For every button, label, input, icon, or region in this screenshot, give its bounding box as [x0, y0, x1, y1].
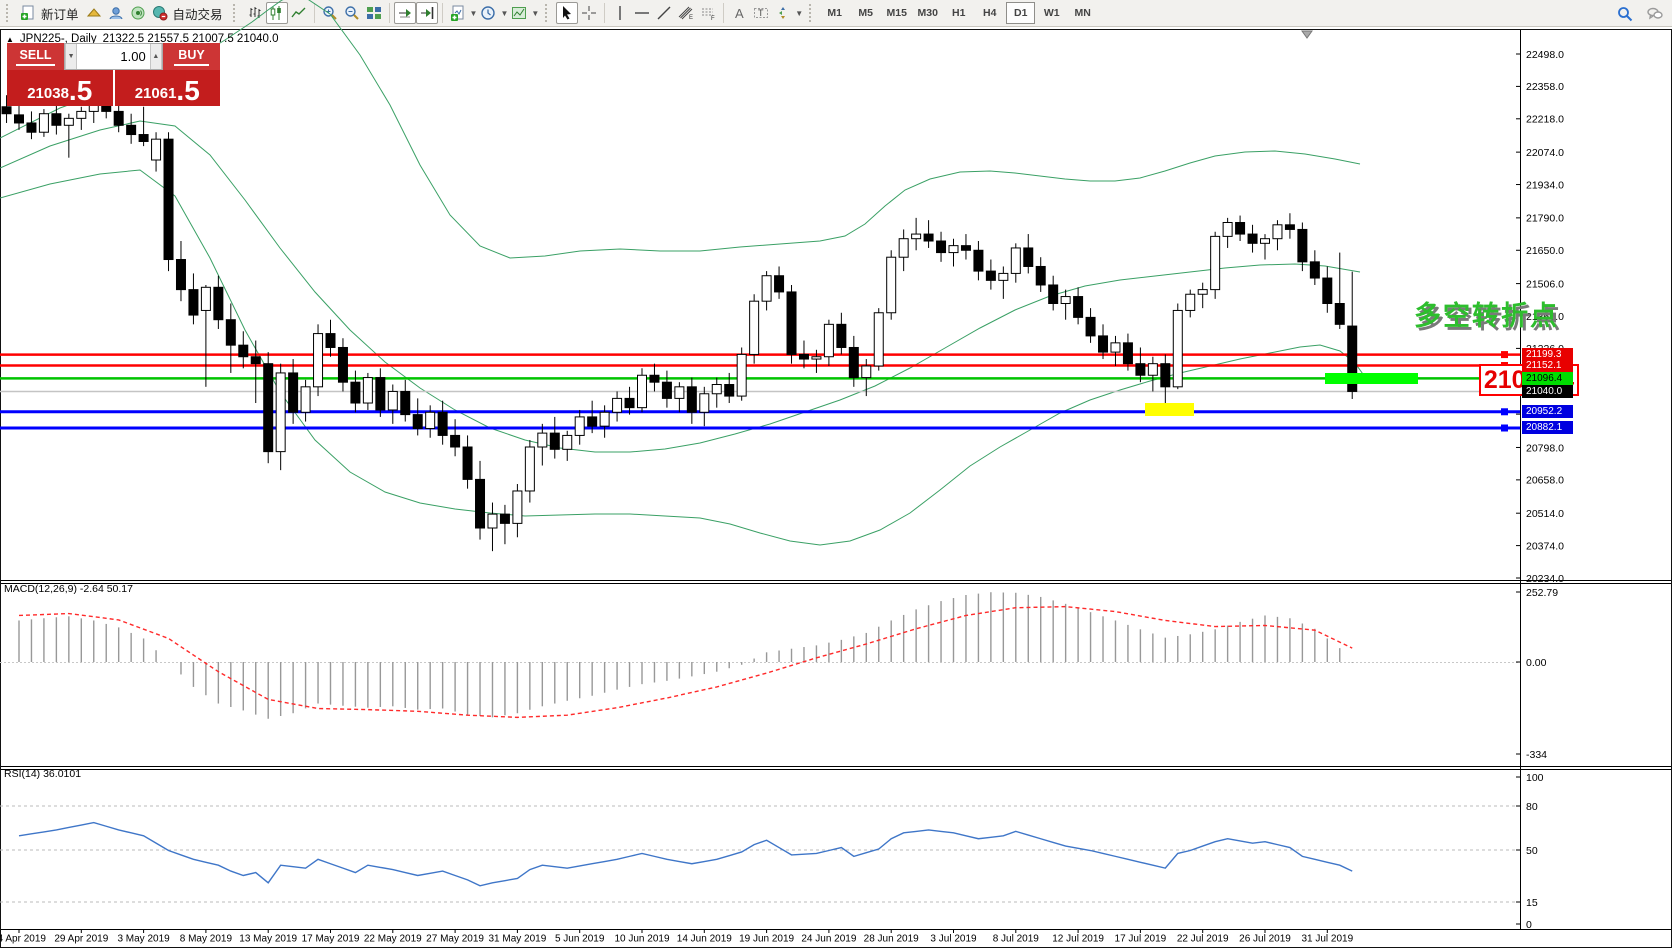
autotrade-button[interactable] — [149, 2, 171, 24]
timeframe-MN[interactable]: MN — [1068, 2, 1097, 24]
horizontal-line-button[interactable] — [631, 2, 653, 24]
indicators-button[interactable] — [447, 2, 469, 24]
price-line-badge: 20882.1 — [1522, 421, 1573, 434]
autoscroll-icon — [397, 5, 413, 21]
buy-price[interactable]: 21061.5 — [115, 70, 221, 106]
tile-windows-button[interactable] — [363, 2, 385, 24]
svg-text:F: F — [711, 16, 715, 21]
timeframe-M1[interactable]: M1 — [820, 2, 849, 24]
timeframe-group: M1M5M15M30H1H4D1W1MN — [820, 2, 1097, 24]
bar-chart-icon — [247, 5, 263, 21]
chart-shift-icon — [419, 5, 435, 21]
sell-price[interactable]: 21038.5 — [7, 70, 115, 106]
templates-dropdown[interactable]: ▼ — [531, 9, 539, 18]
timeframe-H1[interactable]: H1 — [944, 2, 973, 24]
timeframe-M5[interactable]: M5 — [851, 2, 880, 24]
equidistant-channel-button[interactable]: E — [675, 2, 697, 24]
autotrade-label[interactable]: 自动交易 — [173, 4, 223, 23]
candlestick-chart-button[interactable] — [266, 2, 288, 24]
vertical-line-button[interactable] — [609, 2, 631, 24]
profile-icon — [108, 5, 124, 21]
clock-icon — [480, 5, 496, 21]
volume-increase-button[interactable]: ▲ — [150, 44, 162, 69]
sell-button[interactable]: SELL — [7, 43, 64, 70]
chat-button[interactable] — [1644, 3, 1666, 25]
trendline-icon — [656, 5, 672, 21]
main-toolbar: 新订单 自动交易 ▼ ▼ ▼ — [0, 0, 1672, 27]
line-chart-icon — [291, 5, 307, 21]
vertical-line-icon — [612, 5, 628, 21]
indicators-dropdown[interactable]: ▼ — [470, 9, 478, 18]
price-line-badge: 21152.1 — [1522, 359, 1573, 372]
crosshair-icon — [581, 5, 597, 21]
fibonacci-button[interactable]: F — [697, 2, 719, 24]
timeframes-dropdown[interactable]: ▼ — [500, 9, 508, 18]
zoom-out-icon — [344, 5, 360, 21]
timeframes-button[interactable] — [477, 2, 499, 24]
bar-chart-button[interactable] — [244, 2, 266, 24]
toolbar-grip[interactable] — [809, 4, 816, 22]
timeframe-M15[interactable]: M15 — [882, 2, 911, 24]
cursor-icon — [559, 5, 575, 21]
toolbar-grip[interactable] — [233, 4, 240, 22]
zoom-in-button[interactable] — [319, 2, 341, 24]
svg-text:E: E — [689, 15, 693, 21]
zoom-in-icon — [322, 5, 338, 21]
chart-window — [0, 29, 1672, 948]
arrows-dropdown[interactable]: ▼ — [795, 9, 803, 18]
trendline-button[interactable] — [653, 2, 675, 24]
svg-text:T: T — [758, 8, 764, 18]
new-order-label[interactable]: 新订单 — [41, 4, 79, 23]
indicators-icon — [450, 5, 466, 21]
one-click-trading-panel: SELL ▼ ▲ BUY 21038.5 21061.5 — [7, 43, 220, 106]
crosshair-button[interactable] — [578, 2, 600, 24]
autoscroll-button[interactable] — [394, 2, 416, 24]
toolbar-grip[interactable] — [545, 4, 552, 22]
search-button[interactable] — [1614, 3, 1636, 25]
arrows-button[interactable] — [772, 2, 794, 24]
price-line-badge: 20952.2 — [1522, 405, 1573, 418]
cursor-button[interactable] — [556, 2, 578, 24]
buy-button[interactable]: BUY — [163, 43, 220, 70]
new-order-button[interactable] — [17, 2, 39, 24]
search-icon — [1617, 6, 1633, 22]
templates-icon — [511, 5, 527, 21]
fibonacci-icon: F — [700, 5, 716, 21]
text-label-icon: T — [753, 5, 769, 21]
volume-decrease-button[interactable]: ▼ — [65, 44, 77, 69]
text-button[interactable]: A — [728, 2, 750, 24]
quotes-icon — [86, 5, 102, 21]
price-line-badge: 21096.4 — [1522, 372, 1573, 385]
timeframe-M30[interactable]: M30 — [913, 2, 942, 24]
chat-icon — [1647, 6, 1663, 22]
profile-button[interactable] — [105, 2, 127, 24]
timeframe-D1[interactable]: D1 — [1006, 2, 1035, 24]
equidistant-channel-icon: E — [678, 5, 694, 21]
turning-point-annotation[interactable]: 多空转折点 — [1414, 294, 1559, 333]
tile-windows-icon — [366, 5, 382, 21]
candlestick-chart-icon — [269, 5, 285, 21]
chart-shift-button[interactable] — [416, 2, 438, 24]
new-order-icon — [20, 5, 36, 21]
zoom-out-button[interactable] — [341, 2, 363, 24]
line-chart-button[interactable] — [288, 2, 310, 24]
arrows-icon — [775, 5, 791, 21]
current-price-badge: 21040.0 — [1522, 385, 1573, 398]
signals-button[interactable] — [127, 2, 149, 24]
volume-input[interactable] — [77, 44, 149, 69]
horizontal-line-icon — [634, 5, 650, 21]
templates-button[interactable] — [508, 2, 530, 24]
quotes-button[interactable] — [83, 2, 105, 24]
signals-icon — [130, 5, 146, 21]
timeframe-W1[interactable]: W1 — [1037, 2, 1066, 24]
timeframe-H4[interactable]: H4 — [975, 2, 1004, 24]
toolbar-grip[interactable] — [6, 4, 13, 22]
text-label-button[interactable]: T — [750, 2, 772, 24]
autotrade-icon — [152, 5, 168, 21]
